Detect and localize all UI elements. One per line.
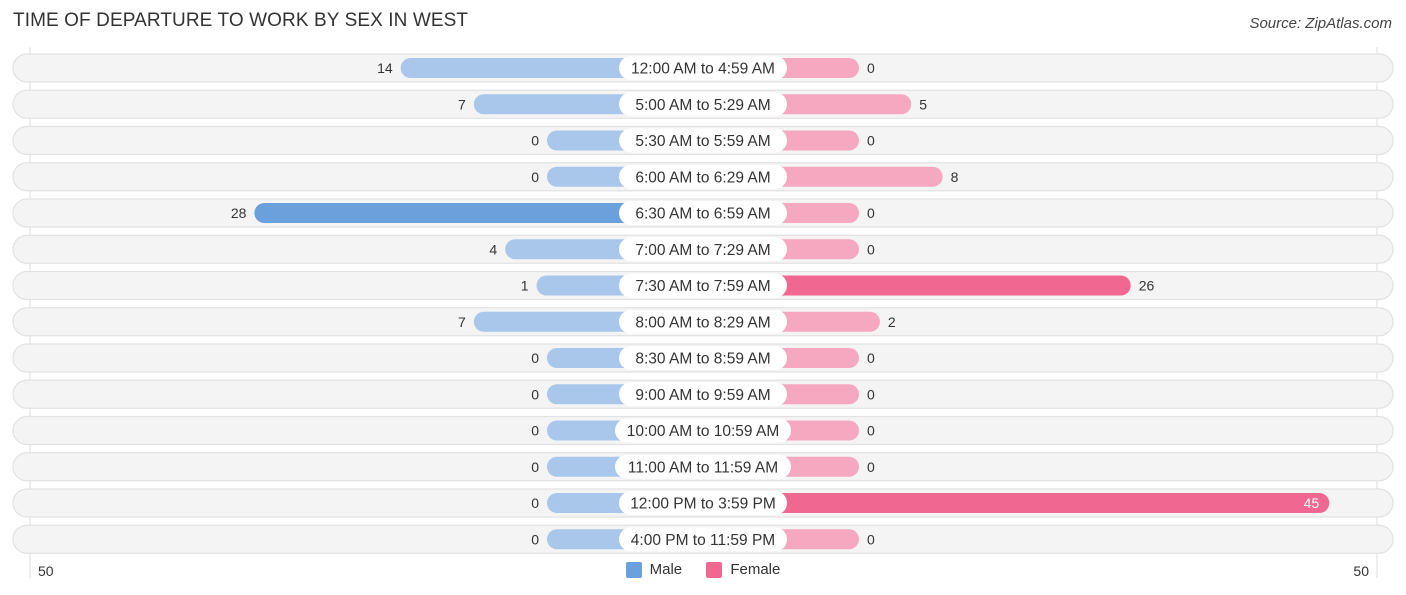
female-value-label: 2 xyxy=(888,314,896,330)
male-value-label: 28 xyxy=(231,205,247,221)
female-value-label: 0 xyxy=(867,350,875,366)
category-label: 11:00 AM to 11:59 AM xyxy=(628,459,778,476)
female-value-label: 0 xyxy=(867,205,875,221)
male-value-label: 14 xyxy=(377,60,393,76)
female-value-label: 0 xyxy=(867,386,875,402)
male-value-label: 4 xyxy=(489,241,497,257)
legend-label-male: Male xyxy=(649,561,683,578)
male-value-label: 0 xyxy=(531,169,539,185)
male-value-label: 1 xyxy=(521,278,529,294)
male-value-label: 7 xyxy=(458,96,466,112)
category-label: 8:00 AM to 8:29 AM xyxy=(635,314,770,331)
female-value-label: 26 xyxy=(1139,278,1155,294)
male-value-label: 0 xyxy=(531,133,539,149)
female-value-label: 0 xyxy=(867,133,875,149)
male-value-label: 7 xyxy=(458,314,466,330)
female-value-label: 0 xyxy=(867,60,875,76)
male-value-label: 0 xyxy=(531,423,539,439)
male-value-label: 0 xyxy=(531,531,539,547)
legend-item-female[interactable]: Female xyxy=(706,561,780,578)
legend: Male Female xyxy=(0,561,1406,582)
chart-canvas: 12:00 AM to 4:59 AM14 05:00 AM to 5:29 AM… xyxy=(12,47,1394,578)
female-value-label: 0 xyxy=(867,423,875,439)
category-label: 12:00 PM to 3:59 PM xyxy=(630,496,776,513)
legend-item-male[interactable]: Male xyxy=(625,561,683,578)
legend-label-female: Female xyxy=(730,561,781,578)
category-label: 8:30 AM to 8:59 AM xyxy=(635,351,770,368)
category-label: 5:30 AM to 5:59 AM xyxy=(635,133,770,150)
category-label: 9:00 AM to 9:59 AM xyxy=(635,387,770,404)
female-value-label: 0 xyxy=(867,531,875,547)
category-label: 12:00 AM to 4:59 AM xyxy=(631,61,775,78)
male-value-label: 0 xyxy=(531,386,539,402)
category-label: 4:00 PM to 11:59 PM xyxy=(631,532,775,549)
female-value-label: 0 xyxy=(867,241,875,257)
male-value-label: 0 xyxy=(531,495,539,511)
legend-swatch-female xyxy=(706,561,723,578)
male-value-label: 0 xyxy=(531,350,539,366)
category-label: 5:00 AM to 5:29 AM xyxy=(635,97,770,114)
female-value-label: 8 xyxy=(951,169,959,185)
female-bar xyxy=(703,493,1330,513)
female-value-label: 5 xyxy=(919,96,927,112)
female-value-label: 45 xyxy=(1304,495,1320,511)
legend-swatch-male xyxy=(625,561,642,578)
category-label: 10:00 AM to 10:59 AM xyxy=(627,423,780,440)
category-label: 6:00 AM to 6:29 AM xyxy=(635,169,770,186)
female-value-label: 0 xyxy=(867,459,875,475)
category-label: 6:30 AM to 6:59 AM xyxy=(635,206,770,223)
category-label: 7:00 AM to 7:29 AM xyxy=(635,242,770,259)
category-label: 7:30 AM to 7:59 AM xyxy=(635,278,770,295)
male-value-label: 0 xyxy=(531,459,539,475)
